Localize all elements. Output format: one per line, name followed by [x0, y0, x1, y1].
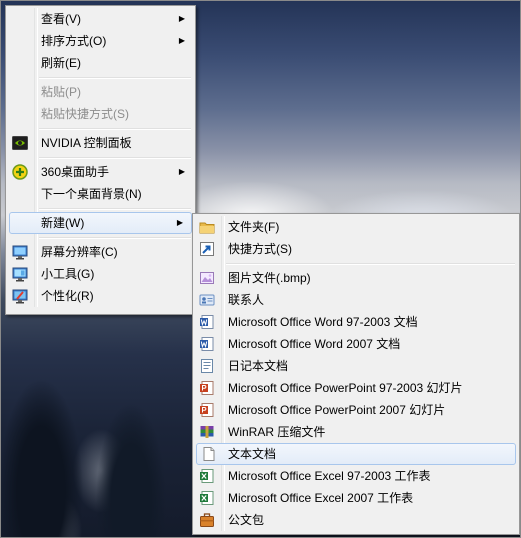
- word-icon: [199, 336, 215, 352]
- menu-item-label: 文件夹(F): [228, 220, 280, 234]
- journal-icon: [199, 358, 215, 374]
- menu-separator: [39, 154, 193, 161]
- menu-item-label: 粘贴快捷方式(S): [41, 107, 129, 121]
- excel-icon: [199, 490, 215, 506]
- menu-item-label: 下一个桌面背景(N): [41, 187, 142, 201]
- text-document-icon: [201, 446, 217, 462]
- menu-separator: [226, 260, 517, 267]
- menu-item-label: 360桌面助手: [41, 165, 110, 179]
- new-item-journal[interactable]: 日记本文档: [195, 355, 517, 377]
- menu-item-label: Microsoft Office Excel 97-2003 工作表: [228, 469, 431, 483]
- menu-item-nvidia-control-panel[interactable]: NVIDIA 控制面板: [8, 132, 193, 154]
- new-item-powerpoint-2007[interactable]: Microsoft Office PowerPoint 2007 幻灯片: [195, 399, 517, 421]
- new-submenu: 文件夹(F) 快捷方式(S) 图片文件(.bmp) 联系人 Microsoft …: [192, 213, 520, 535]
- menu-item-label: 个性化(R): [41, 289, 94, 303]
- menu-item-label: 屏幕分辨率(C): [41, 245, 118, 259]
- menu-item-label: 图片文件(.bmp): [228, 271, 311, 285]
- new-item-shortcut[interactable]: 快捷方式(S): [195, 238, 517, 260]
- new-item-text-document[interactable]: 文本文档: [196, 443, 516, 465]
- menu-item-label: Microsoft Office PowerPoint 2007 幻灯片: [228, 403, 446, 417]
- menu-item-label: 粘贴(P): [41, 85, 81, 99]
- menu-item-label: NVIDIA 控制面板: [41, 136, 132, 150]
- shortcut-icon: [199, 241, 215, 257]
- menu-item-label: 快捷方式(S): [228, 242, 292, 256]
- powerpoint-icon: [199, 380, 215, 396]
- powerpoint-icon: [199, 402, 215, 418]
- new-item-folder[interactable]: 文件夹(F): [195, 216, 517, 238]
- menu-item-paste-shortcut[interactable]: 粘贴快捷方式(S): [8, 103, 193, 125]
- gadget-icon: [12, 266, 28, 282]
- menu-item-refresh[interactable]: 刷新(E): [8, 52, 193, 74]
- submenu-arrow-icon: ▶: [178, 167, 185, 176]
- menu-item-label: 小工具(G): [41, 267, 95, 281]
- excel-icon: [199, 468, 215, 484]
- submenu-arrow-icon: ▶: [178, 36, 185, 45]
- desktop-context-menu: 查看(V) ▶ 排序方式(O) ▶ 刷新(E) 粘贴(P) 粘贴快捷方式(S): [5, 5, 196, 315]
- menu-item-label: Microsoft Office PowerPoint 97-2003 幻灯片: [228, 381, 463, 395]
- new-item-bitmap[interactable]: 图片文件(.bmp): [195, 267, 517, 289]
- menu-item-paste[interactable]: 粘贴(P): [8, 81, 193, 103]
- new-item-excel-2007[interactable]: Microsoft Office Excel 2007 工作表: [195, 487, 517, 509]
- menu-item-label: 公文包: [228, 513, 265, 527]
- menu-item-label: 文本文档: [228, 447, 277, 461]
- menu-item-label: 刷新(E): [41, 56, 81, 70]
- new-item-contact[interactable]: 联系人: [195, 289, 517, 311]
- briefcase-icon: [199, 512, 215, 528]
- menu-item-label: Microsoft Office Excel 2007 工作表: [228, 491, 414, 505]
- new-item-winrar[interactable]: WinRAR 压缩文件: [195, 421, 517, 443]
- new-item-excel-97-2003[interactable]: Microsoft Office Excel 97-2003 工作表: [195, 465, 517, 487]
- nvidia-icon: [12, 135, 28, 151]
- folder-icon: [199, 219, 215, 235]
- menu-item-label: 联系人: [228, 293, 265, 307]
- word-icon: [199, 314, 215, 330]
- menu-item-label: WinRAR 压缩文件: [228, 425, 326, 439]
- screenshot-frame: 查看(V) ▶ 排序方式(O) ▶ 刷新(E) 粘贴(P) 粘贴快捷方式(S): [0, 0, 521, 538]
- menu-item-label: 日记本文档: [228, 359, 289, 373]
- contact-icon: [199, 292, 215, 308]
- new-item-briefcase[interactable]: 公文包: [195, 509, 517, 531]
- menu-separator: [39, 125, 193, 132]
- menu-item-screen-resolution[interactable]: 屏幕分辨率(C): [8, 241, 193, 263]
- submenu-arrow-icon: ▶: [176, 218, 183, 227]
- menu-item-label: 排序方式(O): [41, 34, 107, 48]
- new-item-powerpoint-97-2003[interactable]: Microsoft Office PowerPoint 97-2003 幻灯片: [195, 377, 517, 399]
- menu-item-sort-by[interactable]: 排序方式(O) ▶: [8, 30, 193, 52]
- new-item-word-2007[interactable]: Microsoft Office Word 2007 文档: [195, 333, 517, 355]
- bitmap-icon: [199, 270, 215, 286]
- 360-icon: [12, 164, 28, 180]
- menu-item-label: 新建(W): [41, 216, 85, 230]
- personalize-icon: [12, 288, 28, 304]
- menu-item-label: 查看(V): [41, 12, 81, 26]
- menu-item-personalize[interactable]: 个性化(R): [8, 285, 193, 307]
- menu-item-360-desktop-assistant[interactable]: 360桌面助手 ▶: [8, 161, 193, 183]
- menu-item-new[interactable]: 新建(W) ▶: [9, 212, 192, 234]
- menu-item-view[interactable]: 查看(V) ▶: [8, 8, 193, 30]
- menu-item-gadgets[interactable]: 小工具(G): [8, 263, 193, 285]
- menu-separator: [39, 74, 193, 81]
- menu-item-label: Microsoft Office Word 2007 文档: [228, 337, 401, 351]
- menu-item-label: Microsoft Office Word 97-2003 文档: [228, 315, 418, 329]
- new-item-word-97-2003[interactable]: Microsoft Office Word 97-2003 文档: [195, 311, 517, 333]
- menu-item-next-desktop-background[interactable]: 下一个桌面背景(N): [8, 183, 193, 205]
- submenu-arrow-icon: ▶: [178, 14, 185, 23]
- display-icon: [12, 244, 28, 260]
- winrar-icon: [199, 424, 215, 440]
- menu-separator: [39, 234, 193, 241]
- menu-separator: [39, 205, 193, 212]
